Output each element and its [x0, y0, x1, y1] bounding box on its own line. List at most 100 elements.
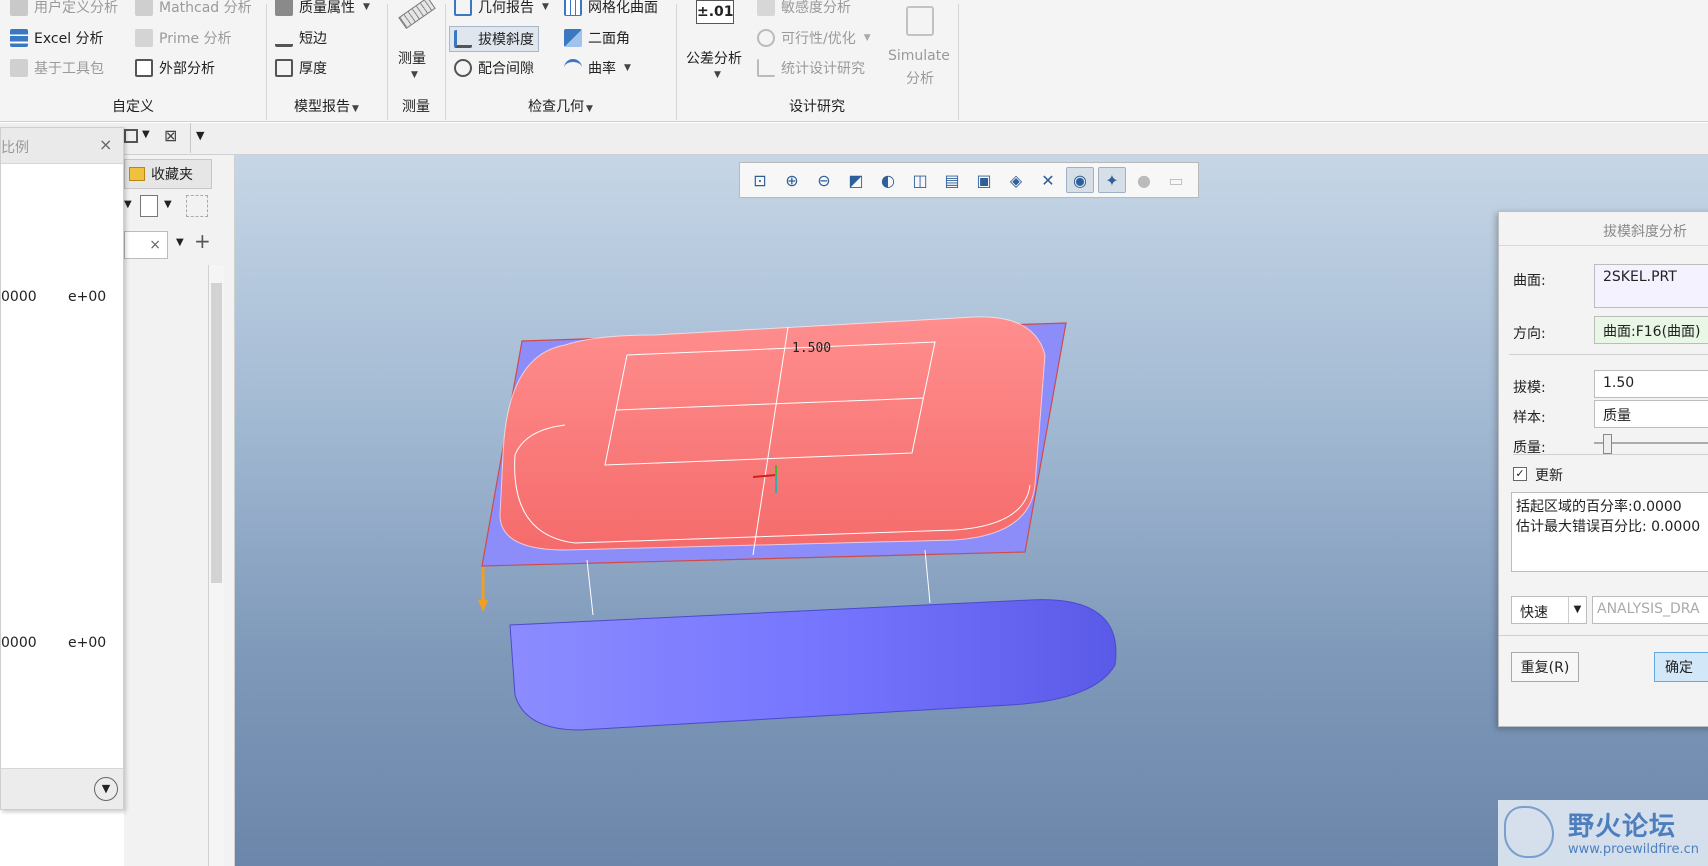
- repaint-icon[interactable]: ◩: [842, 167, 870, 193]
- add-icon[interactable]: +: [194, 229, 211, 253]
- curvature-button[interactable]: 曲率 ▼: [564, 57, 631, 79]
- toolkit-analysis-button[interactable]: 基于工具包: [10, 57, 104, 79]
- value-field[interactable]: 0000: [1, 630, 61, 656]
- mesh-surface-button[interactable]: 网格化曲面: [564, 0, 658, 18]
- dropdown-arrow-icon[interactable]: ▼: [164, 199, 172, 210]
- forum-logo-icon: [1504, 806, 1554, 858]
- app-window: 用户定义分析 Excel 分析 基于工具包 Mathcad 分析 Prime 分…: [0, 0, 1708, 866]
- camera-icon[interactable]: ▣: [970, 167, 998, 193]
- update-checkbox[interactable]: ✓: [1513, 467, 1527, 481]
- draft-angle-input[interactable]: 1.50: [1594, 370, 1708, 398]
- mass-properties-button[interactable]: 质量属性 ▼: [275, 0, 370, 18]
- render-icon[interactable]: ▭: [1162, 167, 1190, 193]
- close-icon[interactable]: ×: [99, 135, 112, 154]
- dropdown-arrow-icon: ▼: [352, 104, 359, 114]
- part-upper-body[interactable]: [499, 316, 1046, 551]
- group-label-check-geometry[interactable]: 检查几何 ▼: [445, 94, 676, 120]
- scrollbar[interactable]: [208, 265, 224, 866]
- exponent-label: e+00: [68, 289, 107, 305]
- sensitivity-analysis-button[interactable]: 敏感度分析: [757, 0, 851, 18]
- zoom-in-icon[interactable]: ⊕: [778, 167, 806, 193]
- external-analysis-button[interactable]: 外部分析: [135, 57, 215, 79]
- dropdown-arrow-icon: ▼: [624, 63, 631, 73]
- dropdown-arrow-icon: ▼: [1568, 597, 1586, 623]
- window-icon[interactable]: [124, 129, 138, 143]
- saved-views-icon[interactable]: ◫: [906, 167, 934, 193]
- more-options-icon[interactable]: ▼: [196, 129, 204, 142]
- display-style-icon[interactable]: ◐: [874, 167, 902, 193]
- repeat-button[interactable]: 重复(R): [1511, 652, 1579, 682]
- model-view[interactable]: 1.500: [235, 155, 1708, 866]
- tolerance-analysis-button[interactable]: ±.01 公差分析 ▼: [684, 0, 748, 84]
- direction-collector[interactable]: 曲面:F16(曲面): [1594, 316, 1708, 344]
- chevron-down-icon[interactable]: ▼: [94, 777, 118, 801]
- part-lower-body[interactable]: [509, 599, 1117, 731]
- surface-collector[interactable]: 2SKEL.PRT: [1594, 264, 1708, 308]
- mesh-icon: [564, 0, 582, 16]
- perspective-icon[interactable]: ◈: [1002, 167, 1030, 193]
- dropdown-arrow-icon[interactable]: ▼: [176, 237, 184, 248]
- scrollbar-thumb[interactable]: [211, 283, 222, 583]
- user-analysis-icon: [10, 0, 28, 16]
- thickness-button[interactable]: 厚度: [275, 57, 327, 79]
- mathcad-analysis-button[interactable]: Mathcad 分析: [135, 0, 252, 18]
- result-text-area[interactable]: 括起区域的百分率:0.0000 估计最大错误百分比: 0.0000: [1511, 492, 1708, 572]
- analysis-name-input[interactable]: ANALYSIS_DRA: [1592, 596, 1708, 624]
- geometry-report-icon: [454, 0, 472, 16]
- group-label-model-report[interactable]: 模型报告 ▼: [266, 94, 387, 120]
- zoom-out-icon[interactable]: ⊖: [810, 167, 838, 193]
- ribbon: 用户定义分析 Excel 分析 基于工具包 Mathcad 分析 Prime 分…: [0, 0, 1708, 122]
- excel-analysis-button[interactable]: Excel 分析: [10, 27, 104, 49]
- sensitivity-icon: [757, 0, 775, 16]
- separator: [1513, 454, 1708, 455]
- clear-search-icon[interactable]: ×: [124, 231, 168, 259]
- datum-display-icon[interactable]: ✕: [1034, 167, 1062, 193]
- user-defined-analysis-button[interactable]: 用户定义分析: [10, 0, 118, 18]
- group-label-design-study: 设计研究: [789, 99, 845, 115]
- draft-icon: [454, 30, 472, 48]
- dimension-label[interactable]: 1.500: [792, 341, 831, 356]
- list-view-icon[interactable]: [140, 195, 158, 217]
- panel-footer: ▼: [1, 768, 123, 809]
- folder-star-icon: [129, 167, 145, 181]
- dropdown-arrow-icon: ▼: [411, 70, 418, 80]
- favorites-tab[interactable]: 收藏夹: [124, 159, 212, 189]
- spin-center-icon[interactable]: ✦: [1098, 167, 1126, 193]
- dropdown-arrow-icon: ▼: [542, 2, 549, 12]
- sample-select[interactable]: 质量: [1594, 400, 1708, 428]
- annotation-display-icon[interactable]: ◉: [1066, 167, 1094, 193]
- statistical-design-button[interactable]: 统计设计研究: [757, 57, 865, 79]
- separator: [1499, 635, 1708, 636]
- group-label-custom: 自定义: [112, 99, 154, 115]
- tree-settings-icon[interactable]: [186, 195, 208, 217]
- quality-slider-handle[interactable]: [1603, 434, 1612, 454]
- measure-button[interactable]: 测量 ▼: [394, 0, 436, 84]
- exponent-label: e+00: [68, 635, 107, 651]
- dropdown-arrow-icon: ▼: [586, 104, 593, 114]
- clearance-button[interactable]: 配合间隙: [454, 57, 534, 79]
- prime-analysis-button[interactable]: Prime 分析: [135, 27, 232, 49]
- left-panel: 比例 × 0000 e+00 0000 e+00 ▼: [0, 127, 124, 810]
- graphics-viewport[interactable]: 1.500: [235, 155, 1708, 866]
- view-manager-icon[interactable]: ▤: [938, 167, 966, 193]
- feasibility-optimization-button[interactable]: 可行性/优化 ▼: [757, 27, 871, 49]
- refit-icon[interactable]: ⊡: [746, 167, 774, 193]
- mode-select[interactable]: 快速 ▼: [1511, 596, 1587, 624]
- separator: [1509, 354, 1708, 355]
- dihedral-angle-button[interactable]: 二面角: [564, 27, 630, 49]
- dropdown-arrow-icon[interactable]: ▼: [142, 129, 150, 140]
- dropdown-arrow-icon[interactable]: ▼: [124, 199, 132, 210]
- short-edge-button[interactable]: 短边: [275, 27, 327, 49]
- geometry-report-button[interactable]: 几何报告 ▼: [454, 0, 549, 18]
- value-field[interactable]: 0000: [1, 284, 61, 310]
- appearance-icon[interactable]: ●: [1130, 167, 1158, 193]
- dropdown-arrow-icon: ▼: [714, 70, 721, 80]
- ok-button[interactable]: 确定: [1654, 652, 1708, 682]
- separator: [190, 123, 191, 153]
- simulate-analysis-button[interactable]: Simulate 分析: [886, 0, 952, 90]
- draft-analysis-button[interactable]: 拔模斜度: [449, 26, 539, 52]
- close-window-icon[interactable]: ⊠: [164, 126, 177, 145]
- draft-analysis-dialog: 拔模斜度分析 曲面: 2SKEL.PRT 方向: 曲面:F16(曲面) 拔模: …: [1498, 211, 1708, 727]
- mathcad-icon: [135, 0, 153, 16]
- model-tree: 收藏夹 ▼ ▼ × ▼ +: [124, 155, 235, 866]
